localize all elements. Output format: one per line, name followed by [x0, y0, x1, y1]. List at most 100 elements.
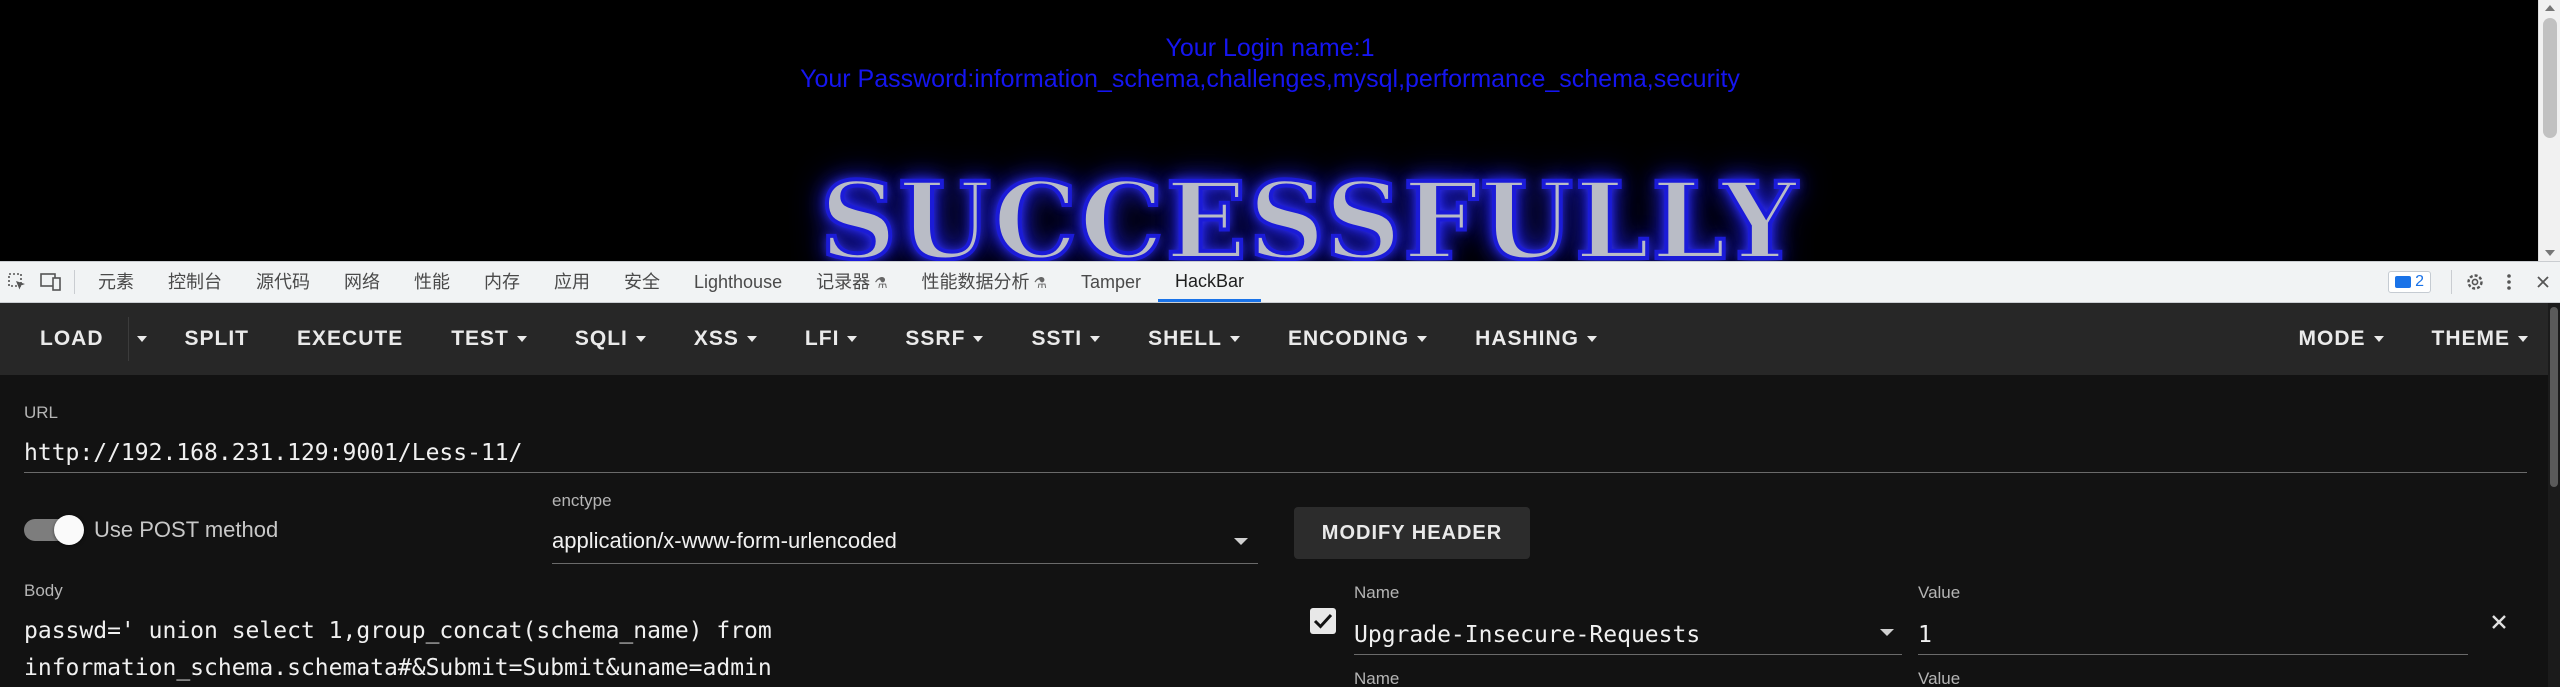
scrollbar-thumb[interactable]	[2543, 18, 2557, 138]
shell-menu[interactable]: SHELL	[1124, 303, 1264, 375]
scrollbar-thumb[interactable]	[2550, 307, 2558, 487]
enctype-select[interactable]: application/x-www-form-urlencoded	[552, 518, 1258, 564]
tab-performance-insights[interactable]: 性能数据分析 ⚗	[905, 262, 1064, 302]
caret-down-icon	[2518, 336, 2528, 342]
enctype-label: enctype	[552, 491, 612, 510]
lfi-menu[interactable]: LFI	[781, 303, 882, 375]
url-label: URL	[24, 403, 59, 422]
shell-menu-label: SHELL	[1148, 327, 1222, 350]
caret-down-icon	[136, 336, 147, 342]
header-name-label: Name	[1354, 583, 1400, 602]
devtools-tab-bar: 元素 控制台 源代码 网络 性能 内存 应用 安全 Lighthouse 记录器…	[0, 261, 2560, 303]
password-text: Your Password:information_schema,challen…	[800, 65, 1740, 93]
xss-menu[interactable]: XSS	[670, 303, 781, 375]
body-line: passwd=' union select 1,group_concat(sch…	[24, 618, 772, 644]
theme-menu[interactable]: THEME	[2408, 303, 2549, 375]
tab-security[interactable]: 安全	[607, 262, 677, 302]
hackbar-toolbar: LOAD SPLIT EXECUTE TEST SQLI XSS LFI SSR…	[0, 303, 2548, 375]
tab-hackbar[interactable]: HackBar	[1158, 262, 1262, 302]
hackbar-scrollbar[interactable]	[2548, 303, 2560, 687]
encoding-menu-label: ENCODING	[1287, 327, 1410, 350]
tab-memory[interactable]: 内存	[467, 262, 537, 302]
header-value-label: Value	[1918, 669, 1961, 687]
header-name-label: Name	[1354, 669, 1400, 687]
ssrf-menu-label: SSRF	[905, 327, 966, 350]
tab-tamper[interactable]: Tamper	[1064, 262, 1158, 302]
page-scrollbar[interactable]	[2538, 0, 2560, 261]
scroll-up-icon[interactable]	[2545, 5, 2555, 11]
execute-button[interactable]: EXECUTE	[273, 303, 427, 375]
ssti-menu-label: SSTI	[1031, 327, 1083, 350]
lfi-menu-label: LFI	[804, 327, 840, 350]
header-value-input[interactable]: 1	[1918, 615, 2468, 655]
caret-down-icon	[1229, 336, 1240, 342]
dropdown-arrow-icon	[1234, 538, 1248, 545]
load-button[interactable]: LOAD	[16, 303, 128, 375]
post-method-label: Use POST method	[94, 517, 279, 542]
tab-recorder-label: 记录器	[816, 272, 871, 292]
load-options-button[interactable]	[127, 317, 161, 361]
url-input[interactable]: http://192.168.231.129:9001/Less-11/	[24, 433, 2527, 473]
checkmark-icon	[1313, 613, 1333, 629]
hashing-menu[interactable]: HASHING	[1451, 303, 1621, 375]
body-textarea[interactable]: passwd=' union select 1,group_concat(sch…	[24, 613, 1250, 687]
settings-gear-icon[interactable]	[2458, 262, 2492, 302]
toggle-switch[interactable]	[24, 515, 84, 545]
test-menu-label: TEST	[451, 327, 509, 350]
body-label: Body	[24, 581, 63, 600]
issues-count: 2	[2415, 273, 2424, 290]
body-line: information_schema.schemata#&Submit=Subm…	[24, 655, 772, 681]
toolbar-divider	[74, 270, 75, 294]
remove-header-icon[interactable]	[2486, 609, 2512, 635]
tab-recorder[interactable]: 记录器 ⚗	[799, 262, 904, 302]
page-viewport: Your Login name:1 Your Password:informat…	[0, 0, 2560, 261]
tab-performance[interactable]: 性能	[397, 262, 467, 302]
post-method-toggle[interactable]: Use POST method	[24, 515, 279, 545]
caret-down-icon	[1090, 336, 1101, 342]
tab-network[interactable]: 网络	[327, 262, 397, 302]
hashing-menu-label: HASHING	[1475, 327, 1579, 350]
caret-down-icon	[516, 336, 527, 342]
more-options-icon[interactable]	[2492, 262, 2526, 302]
ssti-menu[interactable]: SSTI	[1007, 303, 1124, 375]
caret-down-icon	[847, 336, 858, 342]
message-icon	[2395, 276, 2412, 288]
hackbar-panel: LOAD SPLIT EXECUTE TEST SQLI XSS LFI SSR…	[0, 303, 2560, 687]
dropdown-arrow-icon	[1880, 629, 1894, 636]
theme-menu-label: THEME	[2431, 327, 2510, 350]
enctype-value: application/x-www-form-urlencoded	[552, 528, 897, 553]
ssrf-menu[interactable]: SSRF	[881, 303, 1007, 375]
close-devtools-icon[interactable]	[2526, 262, 2560, 302]
tab-lighthouse[interactable]: Lighthouse	[677, 262, 799, 302]
tab-console[interactable]: 控制台	[151, 262, 239, 302]
toolbar-divider	[2451, 270, 2452, 294]
flask-icon: ⚗	[874, 275, 888, 292]
tab-performance-insights-label: 性能数据分析	[921, 272, 1030, 292]
tab-sources[interactable]: 源代码	[239, 262, 327, 302]
encoding-menu[interactable]: ENCODING	[1264, 303, 1451, 375]
header-name-input[interactable]: Upgrade-Insecure-Requests	[1354, 615, 1902, 655]
mode-menu[interactable]: MODE	[2275, 303, 2408, 375]
modify-header-button[interactable]: MODIFY HEADER	[1294, 507, 1530, 559]
caret-down-icon	[2373, 336, 2384, 342]
device-toolbar-icon[interactable]	[34, 262, 68, 302]
sqli-menu[interactable]: SQLI	[551, 303, 670, 375]
test-menu[interactable]: TEST	[427, 303, 551, 375]
caret-down-icon	[635, 336, 646, 342]
issues-badge[interactable]: 2	[2388, 271, 2431, 293]
mode-menu-label: MODE	[2298, 327, 2366, 350]
header-name-value: Upgrade-Insecure-Requests	[1354, 622, 1701, 648]
tab-application[interactable]: 应用	[537, 262, 607, 302]
caret-down-icon	[746, 336, 757, 342]
caret-down-icon	[1587, 336, 1597, 342]
success-banner-image: SUCCESSFULLY	[818, 158, 1799, 262]
scroll-down-icon[interactable]	[2545, 250, 2555, 256]
sqli-menu-label: SQLI	[574, 327, 628, 350]
tab-elements[interactable]: 元素	[81, 262, 151, 302]
caret-down-icon	[1417, 336, 1428, 342]
header-enabled-checkbox[interactable]	[1310, 608, 1336, 634]
inspect-element-icon[interactable]	[0, 262, 34, 302]
caret-down-icon	[973, 336, 984, 342]
header-value-label: Value	[1918, 583, 1961, 602]
split-button[interactable]: SPLIT	[161, 303, 274, 375]
